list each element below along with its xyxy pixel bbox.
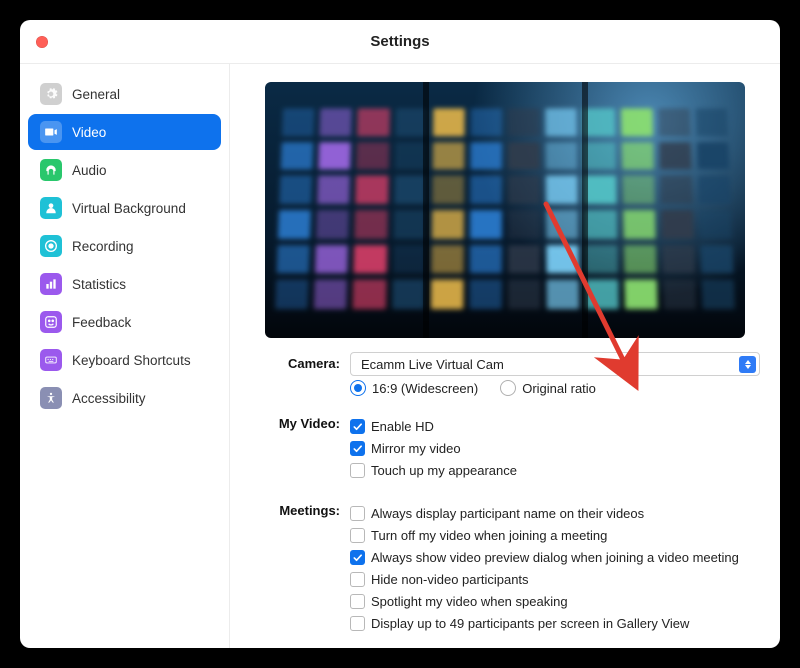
sidebar-item-label: Accessibility [72,391,146,406]
sidebar-item-label: Statistics [72,277,126,292]
updown-icon [739,356,756,373]
checkbox-label: Hide non-video participants [371,572,529,587]
camera-select[interactable]: Ecamm Live Virtual Cam [350,352,760,376]
accessibility-icon [40,387,62,409]
sidebar-item-accessibility[interactable]: Accessibility [28,380,221,416]
smile-icon [40,311,62,333]
headphones-icon [40,159,62,181]
checkbox[interactable] [350,550,365,565]
aspect-widescreen-label: 16:9 (Widescreen) [372,381,478,396]
settings-content: Camera: Ecamm Live Virtual Cam 16:9 (Wid… [230,64,780,648]
checkbox-label: Always display participant name on their… [371,506,644,521]
checkbox-label: Enable HD [371,419,434,434]
meetings-row: Meetings: Always display participant nam… [250,499,760,638]
checkbox[interactable] [350,528,365,543]
sidebar-item-label: Virtual Background [72,201,186,216]
chart-icon [40,273,62,295]
sidebar-item-label: Recording [72,239,134,254]
checkbox-label: Mirror my video [371,441,461,456]
checkbox[interactable] [350,506,365,521]
video-icon [40,121,62,143]
option-video-meetings-3: Hide non-video participants [350,572,760,587]
sidebar-item-statistics[interactable]: Statistics [28,266,221,302]
sidebar-item-keyboard-shortcuts[interactable]: Keyboard Shortcuts [28,342,221,378]
checkbox[interactable] [350,594,365,609]
my-video-label: My Video: [250,412,350,431]
camera-label: Camera: [250,352,350,371]
option-video-meetings-1: Turn off my video when joining a meeting [350,528,760,543]
checkbox[interactable] [350,441,365,456]
gear-icon [40,83,62,105]
video-settings-form: Camera: Ecamm Live Virtual Cam 16:9 (Wid… [250,352,760,638]
window-title: Settings [20,33,780,50]
option-video-my_video-1: Mirror my video [350,441,760,456]
sidebar-item-label: General [72,87,120,102]
aspect-original-label: Original ratio [522,381,596,396]
sidebar-item-virtual-background[interactable]: Virtual Background [28,190,221,226]
sidebar-item-video[interactable]: Video [28,114,221,150]
checkbox-label: Touch up my appearance [371,463,517,478]
keyboard-icon [40,349,62,371]
checkbox[interactable] [350,572,365,587]
camera-select-value: Ecamm Live Virtual Cam [361,357,504,372]
sidebar-item-recording[interactable]: Recording [28,228,221,264]
person-icon [40,197,62,219]
checkbox[interactable] [350,463,365,478]
record-icon [40,235,62,257]
aspect-original-radio[interactable] [500,380,516,396]
sidebar-item-label: Audio [72,163,107,178]
settings-window: Settings General Video Audio Virtual Backgr… [20,20,780,648]
checkbox-label: Display up to 49 participants per screen… [371,616,689,631]
checkbox[interactable] [350,419,365,434]
checkbox[interactable] [350,616,365,631]
camera-row: Camera: Ecamm Live Virtual Cam 16:9 (Wid… [250,352,760,402]
camera-preview [265,82,745,338]
sidebar-item-audio[interactable]: Audio [28,152,221,188]
meetings-label: Meetings: [250,499,350,518]
settings-body: General Video Audio Virtual Background Recor… [20,64,780,648]
checkbox-label: Turn off my video when joining a meeting [371,528,607,543]
titlebar: Settings [20,20,780,64]
option-video-meetings-5: Display up to 49 participants per screen… [350,616,760,631]
option-video-meetings-0: Always display participant name on their… [350,506,760,521]
option-video-my_video-2: Touch up my appearance [350,463,760,478]
sidebar-item-general[interactable]: General [28,76,221,112]
my-video-row: My Video: Enable HD Mirror my video Touch … [250,412,760,485]
checkbox-label: Spotlight my video when speaking [371,594,568,609]
option-video-meetings-4: Spotlight my video when speaking [350,594,760,609]
option-video-my_video-0: Enable HD [350,419,760,434]
option-video-meetings-2: Always show video preview dialog when jo… [350,550,760,565]
sidebar-item-label: Feedback [72,315,131,330]
checkbox-label: Always show video preview dialog when jo… [371,550,739,565]
sidebar-item-feedback[interactable]: Feedback [28,304,221,340]
sidebar-item-label: Keyboard Shortcuts [72,353,191,368]
sidebar-item-label: Video [72,125,106,140]
aspect-widescreen-radio[interactable] [350,380,366,396]
settings-sidebar: General Video Audio Virtual Background Recor… [20,64,230,648]
